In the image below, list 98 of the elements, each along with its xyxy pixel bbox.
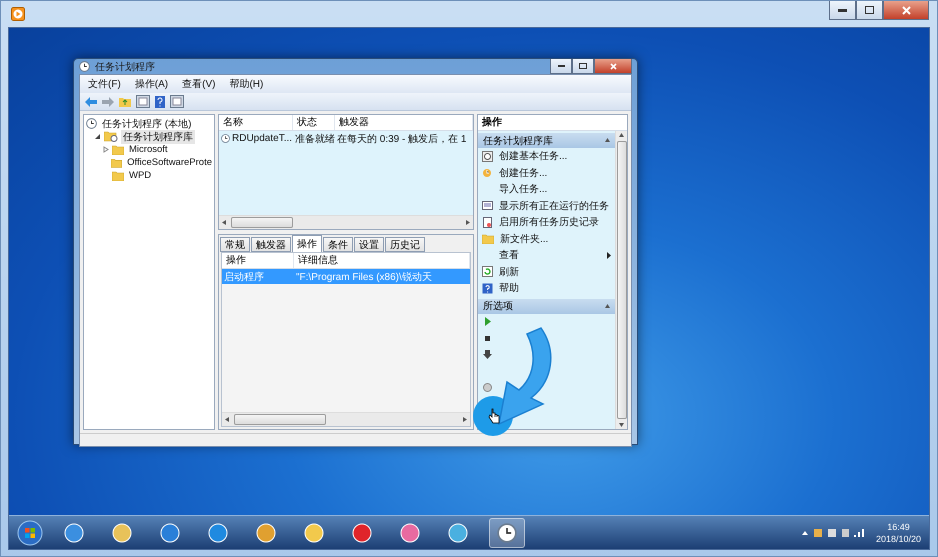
task-icon: [482, 167, 493, 178]
maximize-icon: [579, 63, 587, 69]
scroll-arrow-icon: [222, 220, 227, 225]
action-item[interactable]: 显示所有正在运行的任务: [499, 198, 609, 213]
play-icon: [482, 316, 493, 328]
app-icon[interactable]: [207, 522, 229, 544]
folder-icon: [112, 144, 124, 154]
maximize-button[interactable]: [572, 59, 594, 74]
menu-item[interactable]: 帮助(H): [229, 77, 264, 91]
app-icon[interactable]: [447, 522, 469, 544]
folder-icon: [482, 234, 494, 244]
section-header[interactable]: 所选项: [478, 298, 615, 314]
down-arrow-icon: [482, 349, 493, 360]
help-icon: [155, 96, 165, 108]
app-icon[interactable]: [303, 522, 325, 544]
action-item[interactable]: 帮助: [499, 281, 519, 296]
menu-item[interactable]: 操作(A): [134, 77, 168, 91]
folder-icon: [112, 170, 124, 180]
app-icon[interactable]: [111, 522, 133, 544]
clock-icon: [482, 150, 493, 162]
clock-icon: [86, 118, 97, 129]
tab[interactable]: 触发器: [251, 237, 291, 252]
forward-arrow-icon: [102, 96, 114, 106]
folder-icon: [111, 158, 122, 168]
tree-item[interactable]: OfficeSoftwareProte: [125, 157, 214, 168]
tab[interactable]: 设置: [354, 237, 384, 252]
tab[interactable]: 条件: [323, 237, 353, 252]
minimize-button[interactable]: [550, 59, 572, 74]
section-header[interactable]: 任务计划程序库: [478, 133, 615, 148]
pane-title: 操作: [478, 115, 627, 131]
scrollbar-thumb[interactable]: [234, 414, 326, 425]
tab[interactable]: 操作: [292, 235, 322, 252]
help-icon: [482, 282, 493, 294]
clock-icon: [221, 134, 230, 143]
hand-cursor-icon: [488, 408, 500, 424]
close-icon: [902, 6, 910, 14]
close-button[interactable]: [594, 59, 632, 74]
action-item[interactable]: 导入任务...: [499, 182, 548, 196]
tab[interactable]: 历史记: [385, 237, 425, 252]
tree-item[interactable]: 任务计划程序 (本地): [100, 116, 194, 130]
column-header[interactable]: 详细信息: [294, 253, 470, 268]
folder-up-icon: [119, 96, 131, 107]
properties-icon: [482, 382, 493, 394]
scrollbar-thumb[interactable]: [231, 217, 293, 228]
clock-icon: [79, 61, 90, 72]
start-button-icon[interactable]: [17, 520, 43, 546]
column-header[interactable]: 操作: [222, 253, 294, 268]
app-icon[interactable]: [351, 522, 373, 544]
tree-item[interactable]: 任务计划程序库: [121, 130, 195, 144]
scroll-arrow-icon: [619, 422, 624, 427]
column-header[interactable]: 名称: [219, 115, 293, 130]
action-item[interactable]: 刷新: [499, 264, 519, 279]
app-icon[interactable]: [399, 522, 421, 544]
table-cell: RDUpdateT...: [232, 133, 292, 144]
folder-clock-icon: [104, 131, 118, 142]
clock-date: 2018/10/20: [876, 532, 921, 544]
app-icon[interactable]: [159, 522, 181, 544]
column-header[interactable]: 触发器: [335, 115, 473, 130]
tree-item[interactable]: Microsoft: [127, 144, 170, 155]
clock-time: 16:49: [887, 520, 910, 532]
scroll-arrow-icon: [605, 304, 610, 308]
menu-item[interactable]: 查看(V): [182, 77, 216, 91]
table-cell-text: 准备就绪: [295, 132, 335, 146]
refresh-icon: [482, 266, 493, 278]
app-icon[interactable]: [255, 522, 277, 544]
action-item[interactable]: 创建基本任务...: [499, 149, 568, 164]
scroll-arrow-icon: [465, 220, 470, 225]
window-title: 任务计划程序: [95, 60, 155, 74]
scroll-arrow-icon: [225, 417, 230, 422]
scroll-arrow-icon: [605, 138, 610, 143]
close-icon: [610, 62, 616, 70]
minimize-icon: [558, 65, 564, 67]
tab[interactable]: 常规: [220, 237, 250, 252]
action-item[interactable]: 查看: [499, 248, 519, 262]
taskbar-button[interactable]: [489, 518, 525, 548]
action-item[interactable]: 创建任务...: [499, 166, 548, 180]
scrollbar-thumb[interactable]: [616, 141, 626, 419]
table-cell-text: 在每天的 0:39 - 触发后，在 1: [337, 132, 466, 146]
list-icon: [482, 200, 493, 212]
panel-icon: [170, 95, 184, 108]
back-arrow-icon: [85, 96, 97, 106]
action-item[interactable]: 新文件夹...: [500, 232, 548, 246]
minimize-button[interactable]: [829, 1, 856, 20]
maximize-icon: [865, 6, 874, 14]
scroll-arrow-icon: [619, 133, 624, 138]
panel-icon: [136, 95, 150, 108]
log-icon: [482, 216, 493, 228]
maximize-button[interactable]: [856, 1, 883, 20]
tree-item[interactable]: WPD: [127, 170, 154, 181]
column-header[interactable]: 状态: [293, 115, 335, 130]
clock-icon: [497, 522, 517, 542]
minimize-icon: [838, 8, 847, 12]
action-item[interactable]: 启用所有任务历史记录: [499, 215, 599, 230]
menu-item[interactable]: 文件(F): [88, 77, 121, 91]
play-logo-icon: [11, 7, 25, 21]
scroll-arrow-icon: [462, 417, 467, 422]
close-button[interactable]: [883, 1, 929, 20]
app-icon[interactable]: [63, 522, 85, 544]
